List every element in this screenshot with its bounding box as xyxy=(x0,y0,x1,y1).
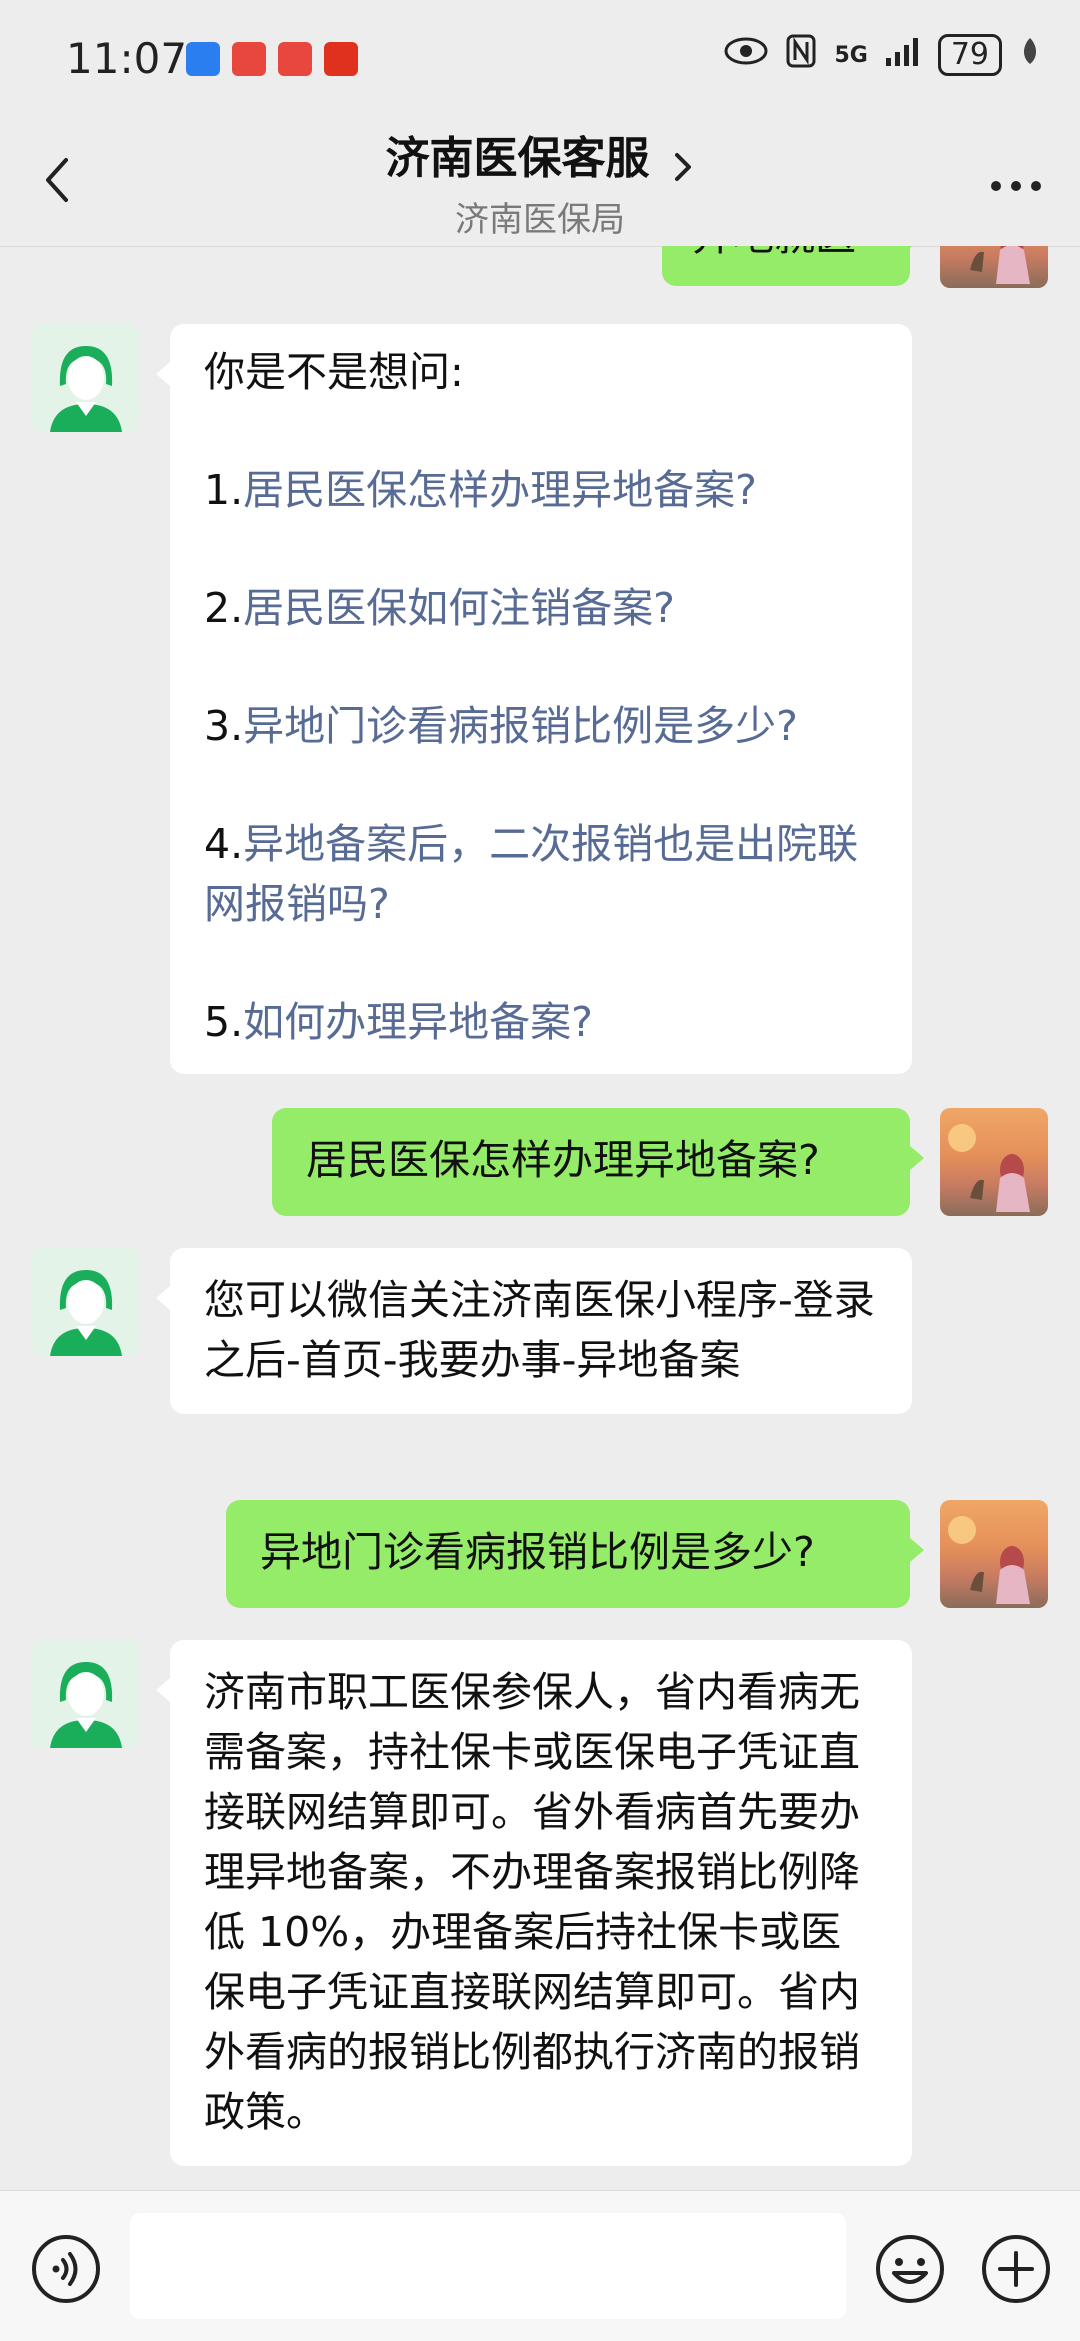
add-more-icon[interactable] xyxy=(980,2233,1052,2305)
chat-subtitle: 济南医保局 xyxy=(455,200,625,240)
red-envelope-icon xyxy=(278,42,312,76)
message-bubble-outgoing[interactable]: 异地就医 xyxy=(662,246,924,286)
message-text: 异地门诊看病报销比例是多少? xyxy=(260,1528,815,1576)
option-link[interactable]: 如何办理异地备案? xyxy=(243,998,593,1046)
message-input[interactable] xyxy=(130,2213,846,2319)
suggested-question[interactable]: 4.异地备案后，二次报销也是出院联网报销吗? xyxy=(204,814,878,934)
more-options-icon[interactable] xyxy=(988,170,1044,194)
option-number: 2. xyxy=(204,584,244,632)
message-bubble-outgoing[interactable]: 居民医保怎样办理异地备案? xyxy=(272,1108,924,1216)
suggested-question[interactable]: 3.异地门诊看病报销比例是多少? xyxy=(204,696,878,756)
status-right: 5G 79 xyxy=(724,34,1040,76)
message-bubble-outgoing[interactable]: 异地门诊看病报销比例是多少? xyxy=(226,1500,924,1608)
input-bar xyxy=(0,2190,1080,2341)
eye-icon xyxy=(724,36,768,74)
leaf-icon xyxy=(1020,36,1040,74)
suggested-question[interactable]: 1.居民医保怎样办理异地备案? xyxy=(204,460,878,520)
red-envelope-icon xyxy=(324,42,358,76)
option-number: 5. xyxy=(204,998,244,1046)
option-link[interactable]: 居民医保如何注销备案? xyxy=(243,584,675,632)
option-link[interactable]: 异地门诊看病报销比例是多少? xyxy=(243,702,798,750)
message-text: 居民医保怎样办理异地备案? xyxy=(306,1136,820,1184)
option-link[interactable]: 居民医保怎样办理异地备案? xyxy=(243,466,757,514)
nfc-icon xyxy=(786,34,816,76)
chat-title[interactable]: 济南医保客服 xyxy=(385,122,649,186)
message-text: 济南市职工医保参保人，省内看病无需备案，持社保卡或医保电子凭证直接联网结算即可。… xyxy=(204,1668,860,2136)
emoji-icon[interactable] xyxy=(874,2233,946,2305)
user-avatar[interactable] xyxy=(940,1500,1048,1608)
chat-header: 济南医保客服 济南医保局 xyxy=(0,120,1080,247)
message-text: 您可以微信关注济南医保小程序-登录之后-首页-我要办事-异地备案 xyxy=(204,1276,875,1384)
option-number: 1. xyxy=(204,466,244,514)
signal-icon xyxy=(885,36,920,74)
suggested-question[interactable]: 2.居民医保如何注销备案? xyxy=(204,578,878,638)
message-text: 异地就医 xyxy=(692,246,856,260)
battery-indicator: 79 xyxy=(937,34,1002,76)
title-row[interactable]: 济南医保客服 xyxy=(0,122,1080,191)
message-bubble-incoming[interactable]: 您可以微信关注济南医保小程序-登录之后-首页-我要办事-异地备案 xyxy=(156,1248,912,1414)
chevron-right-icon[interactable] xyxy=(671,147,695,191)
bot-avatar[interactable] xyxy=(32,1640,140,1748)
bot-avatar[interactable] xyxy=(32,324,140,432)
message-bubble-incoming[interactable]: 济南市职工医保参保人，省内看病无需备案，持社保卡或医保电子凭证直接联网结算即可。… xyxy=(156,1640,912,2166)
user-avatar[interactable] xyxy=(940,1108,1048,1216)
shield-app-icon xyxy=(186,42,220,76)
user-avatar[interactable] xyxy=(940,246,1048,288)
option-number: 3. xyxy=(204,702,244,750)
red-envelope-icon xyxy=(232,42,266,76)
message-bubble-incoming[interactable]: 你是不是想问: 1.居民医保怎样办理异地备案? 2.居民医保如何注销备案? 3.… xyxy=(156,324,912,1074)
message-text: 你是不是想问: xyxy=(204,348,464,396)
suggested-question[interactable]: 5.如何办理异地备案? xyxy=(204,992,878,1052)
option-link[interactable]: 异地备案后，二次报销也是出院联网报销吗? xyxy=(204,820,858,928)
voice-input-icon[interactable] xyxy=(30,2233,102,2305)
network-label: 5G xyxy=(834,42,868,68)
bot-avatar[interactable] xyxy=(32,1248,140,1356)
option-number: 4. xyxy=(204,820,244,868)
status-bar: 11:07 5G 79 xyxy=(0,0,1080,120)
status-time: 11:07 xyxy=(66,34,188,83)
message-list[interactable]: 异地就医 你是不是想问: 1.居民医保怎样办理异地备案? 2.居民医保如何注销备… xyxy=(0,246,1080,2190)
